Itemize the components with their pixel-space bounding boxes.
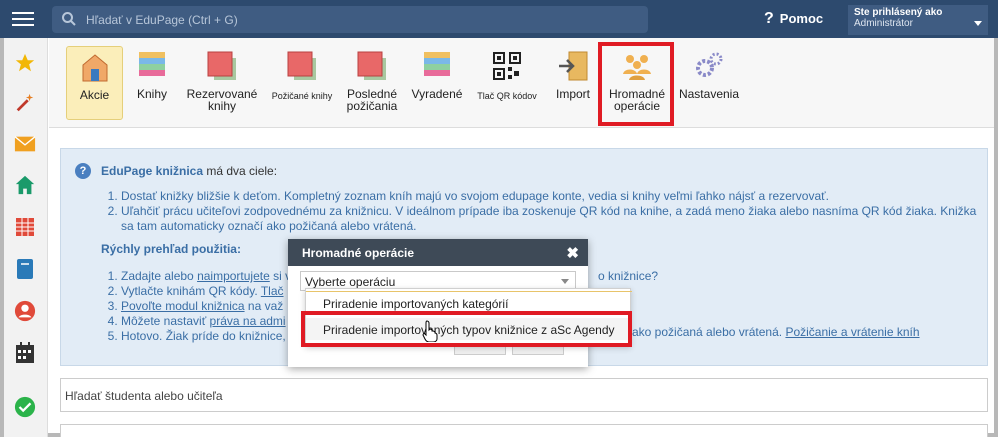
user-menu[interactable]: Ste prihlásený ako Administrátor [848, 5, 988, 35]
envelope-icon[interactable] [12, 131, 38, 157]
toolbar-button-import[interactable]: Import [549, 46, 597, 120]
step-1-tail: o knižnice? [598, 269, 659, 283]
gears-icon [696, 52, 723, 77]
toolbar-label: Akcie [79, 88, 110, 102]
toolbar-label: Rezervované knihy [186, 87, 258, 113]
chevron-down-icon [974, 21, 982, 26]
question-circle-icon: ? [75, 163, 91, 179]
highlight-frame [301, 311, 632, 347]
toolbar-button-rezervovane[interactable]: Rezervované knihy [183, 46, 261, 120]
select-value: Vyberte operáciu [305, 275, 396, 289]
print-link[interactable]: Tlač [261, 284, 284, 298]
left-sidebar [4, 38, 48, 437]
toolbar-button-nastavenia[interactable]: Nastavenia [677, 46, 741, 120]
admin-rights-link[interactable]: práva na admi [210, 314, 286, 328]
timetable-icon[interactable] [12, 340, 38, 366]
check-circle-icon[interactable] [12, 394, 38, 420]
step-5-tail: ako požičaná alebo vrátená. Požičanie a … [632, 325, 920, 339]
home-icon[interactable] [12, 172, 38, 198]
content-row [60, 424, 988, 437]
recent-loans-icon [357, 51, 386, 80]
person-icon[interactable] [12, 298, 38, 324]
toolbar-label: Nastavenia [678, 87, 740, 101]
dialog-title: Hromadné operácie [288, 239, 588, 266]
star-icon[interactable] [12, 50, 38, 76]
import-icon [559, 51, 588, 81]
search-placeholder: Hľadať v EduPage (Ctrl + G) [86, 13, 238, 27]
help-button[interactable]: ? Pomoc [764, 10, 823, 28]
search-row-placeholder: Hľadať študenta alebo učiteľa [65, 389, 223, 403]
toolbar-button-knihy[interactable]: Knihy [127, 46, 177, 120]
close-icon[interactable]: ✖ [566, 244, 579, 262]
help-label: Pomoc [779, 11, 824, 26]
calendar-grid-icon[interactable] [12, 214, 38, 240]
question-icon: ? [764, 10, 774, 27]
books-stack-icon [139, 52, 165, 76]
goals-list: Dostať knižky bližšie k deťom. Kompletný… [107, 189, 987, 234]
loan-return-link[interactable]: Požičanie a vrátenie kníh [785, 325, 919, 339]
reserved-books-icon [207, 51, 236, 80]
overview-title: Rýchly prehľad použitia: [101, 242, 241, 256]
chevron-down-icon [561, 279, 569, 284]
toolbar-button-akcie[interactable]: Akcie [66, 46, 123, 120]
list-item: Uľahčiť prácu učiteľovi zodpovednému za … [121, 204, 987, 234]
menu-icon[interactable] [10, 8, 36, 30]
toolbar-label: Knihy [136, 87, 168, 101]
highlight-frame [598, 42, 674, 126]
student-teacher-search-input[interactable]: Hľadať študenta alebo učiteľa [60, 378, 988, 412]
hand-cursor-icon [422, 320, 438, 342]
user-name: Administrátor [854, 18, 913, 29]
import-link[interactable]: naimportujete [197, 269, 270, 283]
door-icon [82, 54, 107, 82]
list-item: Dostať knižky bližšie k deťom. Kompletný… [121, 189, 987, 204]
toolbar-button-tlac-qr[interactable]: Tlač QR kódov [471, 46, 543, 120]
top-bar: Hľadať v EduPage (Ctrl + G) ? Pomoc Ste p… [0, 0, 998, 38]
toolbar-label: Požičané knihy [271, 91, 333, 101]
book-icon[interactable] [12, 256, 38, 282]
info-intro: EduPage knižnica má dva ciele: [101, 164, 278, 178]
toolbar-label: Vyradené [411, 87, 463, 101]
user-caption: Ste prihlásený ako [854, 7, 943, 18]
toolbar-button-posledne[interactable]: Posledné požičania [341, 46, 403, 120]
qr-code-icon [493, 52, 521, 80]
discarded-books-icon [424, 52, 450, 76]
magic-wand-icon[interactable] [12, 90, 38, 116]
search-icon [62, 12, 76, 26]
toolbar-label: Posledné požičania [346, 87, 398, 113]
option-import-categories[interactable]: Priradenie importovaných kategórií [306, 291, 632, 313]
toolbar-label: Import [555, 87, 590, 101]
global-search-input[interactable]: Hľadať v EduPage (Ctrl + G) [52, 6, 648, 33]
toolbar-button-pozicane[interactable]: Požičané knihy [265, 46, 339, 120]
enable-module-link[interactable]: Povoľte modul knižnica [121, 299, 245, 313]
toolbar-label: Tlač QR kódov [477, 91, 537, 101]
borrowed-books-icon [287, 51, 316, 80]
toolbar: Akcie Knihy Rezervované knihy Požičané k… [49, 38, 994, 128]
toolbar-button-vyradene[interactable]: Vyradené [407, 46, 467, 120]
